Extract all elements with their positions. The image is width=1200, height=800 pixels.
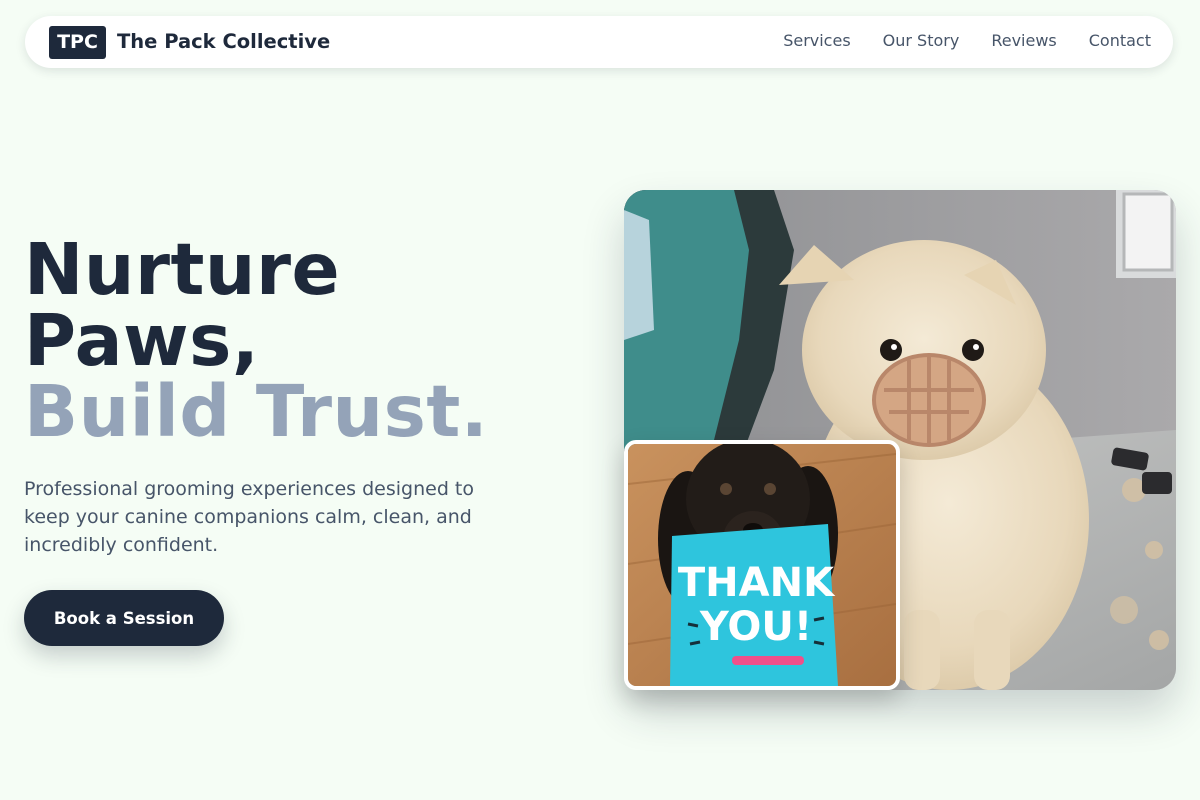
nav-link-services[interactable]: Services <box>783 31 850 50</box>
nav-link-contact[interactable]: Contact <box>1089 31 1151 50</box>
logo-badge[interactable]: TPC <box>49 26 106 59</box>
card-text-you: YOU! <box>699 604 812 650</box>
hero-title-line-1: Nurture <box>24 228 341 311</box>
hero-subtitle: Professional grooming experiences design… <box>24 478 474 556</box>
book-session-button[interactable]: Book a Session <box>24 590 224 646</box>
hero-inset-photo: THANK YOU! <box>624 440 900 690</box>
brand-name[interactable]: The Pack Collective <box>117 30 330 53</box>
hero-title-accent: Build Trust. <box>24 370 489 453</box>
navbar: TPC The Pack Collective Services Our Sto… <box>25 16 1173 68</box>
hero-title: Nurture Paws, Build Trust. <box>24 234 488 447</box>
nav-link-reviews[interactable]: Reviews <box>991 31 1056 50</box>
nav-links: Services Our Story Reviews Contact <box>783 31 1151 50</box>
nav-link-our-story[interactable]: Our Story <box>883 31 960 50</box>
card-text-thank: THANK <box>678 560 836 606</box>
hero-title-line-2: Paws, <box>24 299 260 382</box>
